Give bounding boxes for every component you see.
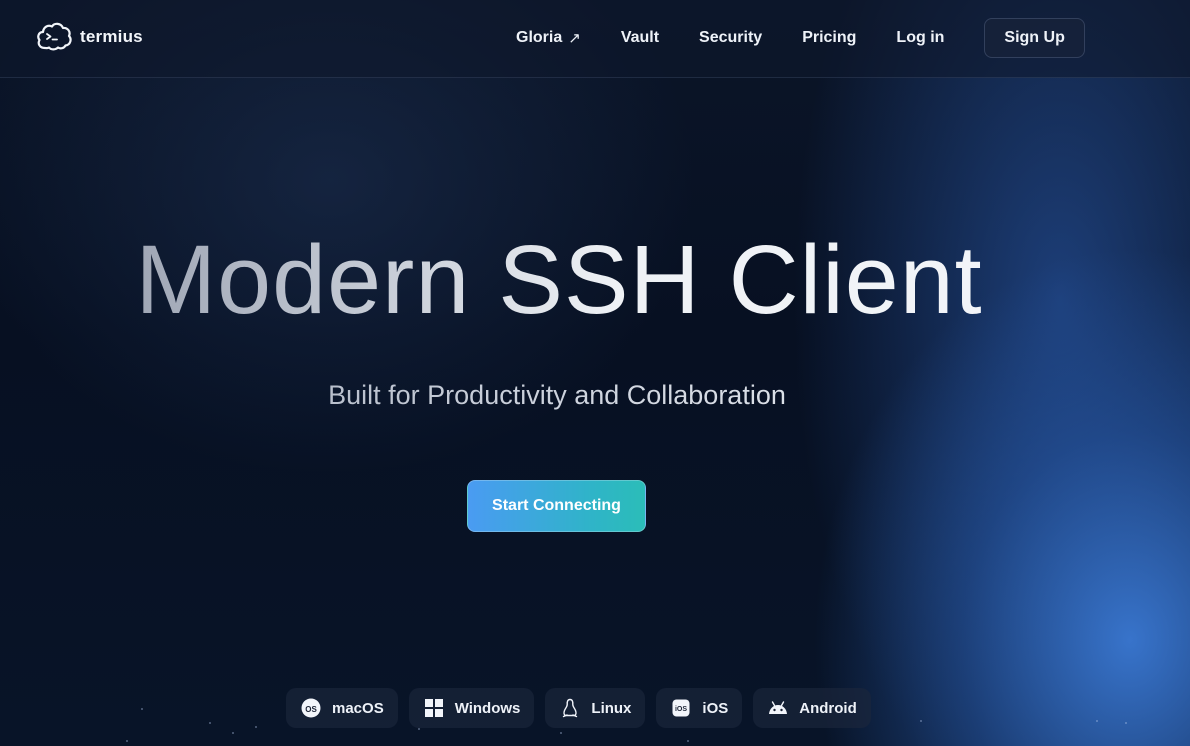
linux-icon <box>559 697 581 719</box>
ios-icon: iOS <box>670 697 692 719</box>
platform-label: Android <box>799 699 857 717</box>
top-navbar: termius Gloria ↗ Vault Security Pricing … <box>0 0 1190 78</box>
nav-link-label: Gloria <box>516 29 563 46</box>
nav-link-security[interactable]: Security <box>679 18 782 58</box>
macos-icon: OS <box>300 697 322 719</box>
signup-button[interactable]: Sign Up <box>984 18 1085 58</box>
hero-title: Modern SSH Client <box>0 222 1118 338</box>
brand-name: termius <box>80 26 143 46</box>
platform-list: OS macOS Windows Linux iOS iOS Android <box>286 688 871 728</box>
nav-link-label: Pricing <box>802 29 857 46</box>
platform-android[interactable]: Android <box>753 688 871 728</box>
nav-link-login[interactable]: Log in <box>876 18 964 58</box>
primary-nav: Gloria ↗ Vault Security Pricing Log in S… <box>496 18 1085 58</box>
svg-text:iOS: iOS <box>675 706 687 713</box>
svg-text:OS: OS <box>305 705 317 714</box>
hero-subtitle: Built for Productivity and Collaboration <box>0 379 1114 411</box>
start-connecting-button[interactable]: Start Connecting <box>467 480 646 532</box>
nav-link-label: Security <box>699 29 763 46</box>
platform-linux[interactable]: Linux <box>545 688 646 728</box>
android-icon <box>767 697 789 719</box>
nav-link-gloria[interactable]: Gloria ↗ <box>496 18 601 58</box>
nav-link-label: Vault <box>620 29 660 46</box>
windows-icon <box>423 697 445 719</box>
nav-link-vault[interactable]: Vault <box>601 18 679 58</box>
platform-label: macOS <box>332 699 384 717</box>
platform-label: iOS <box>702 699 729 717</box>
platform-label: Linux <box>591 699 632 717</box>
platform-label: Windows <box>454 699 521 717</box>
nav-link-pricing[interactable]: Pricing <box>782 18 876 58</box>
termius-cloud-icon <box>37 22 72 51</box>
platform-ios[interactable]: iOS iOS <box>656 688 743 728</box>
external-arrow-icon: ↗ <box>568 30 581 47</box>
brand-logo[interactable]: termius <box>36 21 143 52</box>
hero-background <box>0 0 1190 746</box>
platform-macos[interactable]: OS macOS <box>286 688 398 728</box>
platform-windows[interactable]: Windows <box>408 688 535 728</box>
nav-link-label: Log in <box>896 29 945 46</box>
